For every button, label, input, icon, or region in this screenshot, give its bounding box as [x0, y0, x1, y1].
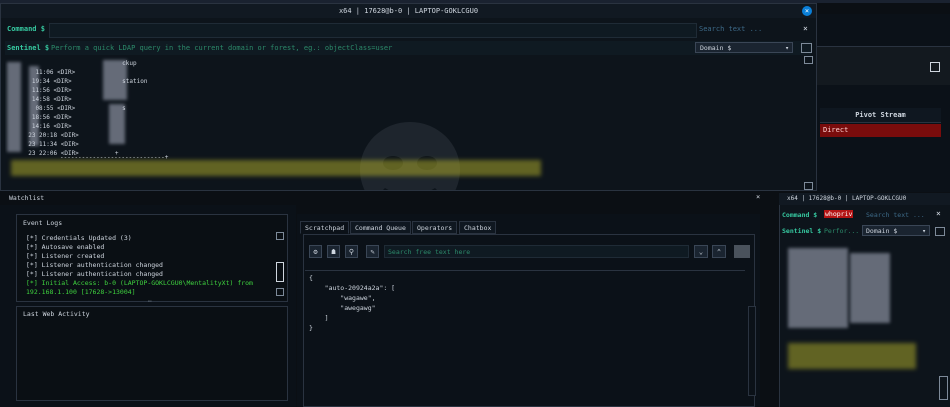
image-icon[interactable] — [935, 227, 945, 236]
redacted-block — [788, 248, 848, 328]
json-line: ] — [309, 314, 329, 322]
json-line: { — [309, 274, 313, 282]
scroll-down-icon[interactable] — [804, 182, 813, 190]
json-line: "auto-20924a2a": [ — [309, 284, 396, 292]
tab-chatbox[interactable]: Chatbox — [459, 221, 497, 234]
mini-domain-label: Domain $ — [866, 227, 898, 235]
listing-line: 14:16 <DIR> — [21, 123, 72, 130]
redacted-block — [11, 160, 541, 176]
splitter-handle[interactable]: ⋯ — [148, 298, 152, 305]
listing-line: 18:56 <DIR> — [21, 114, 72, 121]
command-bar: Command $ Search text ... × — [5, 23, 811, 38]
terminal-scrollbar[interactable] — [803, 56, 813, 190]
mascot-watermark-icon — [360, 122, 460, 190]
web-activity-panel: Last Web Activity — [16, 306, 288, 401]
event-logs-scrollbar[interactable] — [276, 232, 284, 298]
chevron-down-icon[interactable]: ⌄ — [694, 245, 708, 258]
scroll-up-icon[interactable] — [804, 56, 813, 64]
event-logs-title: Event Logs — [23, 219, 63, 227]
pivot-stream-row[interactable]: Direct — [820, 124, 941, 137]
tab-scratchpad[interactable]: Scratchpad — [300, 221, 350, 234]
event-log-entry: [*] Listener created — [26, 252, 105, 260]
window-title: x64 | 17628@b-0 | LAPTOP-GOKLCGU0 — [1, 4, 816, 18]
chevron-down-icon: ▾ — [922, 227, 926, 235]
scroll-thumb[interactable] — [276, 262, 284, 282]
listing-line: 11:56 <DIR> — [21, 87, 72, 94]
domain-select[interactable]: Domain $ ▾ — [695, 42, 793, 53]
settings-icon[interactable] — [930, 62, 940, 72]
scroll-thumb[interactable] — [748, 306, 756, 396]
event-log-entry: [*] Autosave enabled — [26, 243, 105, 251]
window-close-icon[interactable]: × — [802, 6, 812, 16]
scratchpad-scrollbar[interactable] — [748, 266, 756, 406]
close-icon[interactable]: × — [936, 209, 941, 218]
mini-scrollbar[interactable] — [939, 376, 948, 400]
mini-search-input[interactable]: Search text ... — [866, 211, 925, 219]
tab-operators[interactable]: Operators — [412, 221, 458, 234]
gear-icon[interactable]: ⚙ — [309, 245, 322, 258]
listing-line: 23 20:18 <DIR> — [21, 132, 79, 139]
listing-line: 23 11:34 <DIR> — [21, 141, 79, 148]
mini-command-input[interactable]: whopriv — [824, 210, 854, 218]
sentinel-input[interactable]: Perform a quick LDAP query in the curren… — [51, 44, 392, 52]
watchlist-label: Watchlist — [9, 194, 45, 202]
edit-icon[interactable]: ✎ — [366, 245, 379, 258]
scratchpad-search-input[interactable]: Search free text here — [384, 245, 689, 258]
web-activity-title: Last Web Activity — [23, 310, 90, 318]
json-line: } — [309, 324, 313, 332]
image-icon[interactable] — [801, 43, 812, 53]
mini-sentinel-label: Sentinel $ — [782, 227, 822, 235]
event-log-entry: [*] Credentials Updated (3) — [26, 234, 132, 242]
listing-line: 19:34 <DIR> station — [21, 78, 148, 85]
event-log-entry: [*] Initial Access: b-0 (LAPTOP-GOKLCGU0… — [26, 279, 253, 287]
json-line: "wagawe", — [309, 294, 376, 302]
command-input[interactable] — [49, 23, 697, 38]
mini-command-label: Command $ — [782, 211, 818, 219]
search-input[interactable]: Search text ... — [699, 25, 762, 33]
scratchpad-editor[interactable]: { "auto-20924a2a": [ "wagawe", "awegawg"… — [305, 270, 745, 401]
chevron-up-icon[interactable]: ⌃ — [712, 245, 726, 258]
sentinel-label: Sentinel $ — [7, 44, 50, 52]
chevron-down-icon: ▾ — [785, 44, 789, 52]
listing-line: 08:55 <DIR> s — [21, 105, 126, 112]
dashed-line: -----------------------------+ — [60, 154, 169, 161]
event-log-entry: 192.168.1.100 [17628->13004] — [26, 288, 136, 296]
listing-line: 14:58 <DIR> — [21, 96, 72, 103]
command-label: Command $ — [7, 25, 45, 33]
close-icon[interactable]: × — [756, 193, 760, 201]
terminal-window: x64 | 17628@b-0 | LAPTOP-GOKLCGU0 × Comm… — [0, 3, 817, 191]
scroll-down-icon[interactable] — [276, 288, 284, 296]
users-icon[interactable]: ☗ — [327, 245, 340, 258]
event-log-entry: [*] Listener authentication changed — [26, 261, 163, 269]
redacted-block — [788, 343, 916, 369]
close-icon[interactable]: × — [803, 24, 808, 33]
domain-select-label: Domain $ — [700, 44, 732, 52]
side-panel — [817, 14, 950, 192]
event-logs-panel: Event Logs [*] Credentials Updated (3) [*… — [16, 214, 288, 302]
mini-sentinel-input[interactable]: Perfor... — [824, 227, 859, 235]
json-line: "awegawg" — [309, 304, 376, 312]
mini-domain-select[interactable]: Domain $ ▾ — [862, 225, 930, 236]
key-icon[interactable]: ⚲ — [345, 245, 358, 258]
listing-line: 11:06 <DIR> — [21, 69, 76, 76]
scroll-up-icon[interactable] — [276, 232, 284, 240]
sentinel-bar: Sentinel $ Perform a quick LDAP query in… — [5, 41, 812, 55]
tab-command-queue[interactable]: Command Queue — [350, 221, 411, 234]
mini-window-title: x64 | 17628@b-0 | LAPTOP-GOKLCGU0 — [779, 193, 950, 205]
redacted-block — [7, 62, 21, 152]
listing-line: ckup — [21, 60, 137, 67]
event-log-entry: [*] Listener authentication changed — [26, 270, 163, 278]
pivot-stream-header: Pivot Stream — [820, 108, 941, 123]
redacted-block — [850, 253, 890, 323]
scratchpad-color-box[interactable] — [734, 245, 750, 258]
terminal-output: ckup 11:06 <DIR> 19:34 <DIR> station 11:… — [5, 56, 803, 190]
